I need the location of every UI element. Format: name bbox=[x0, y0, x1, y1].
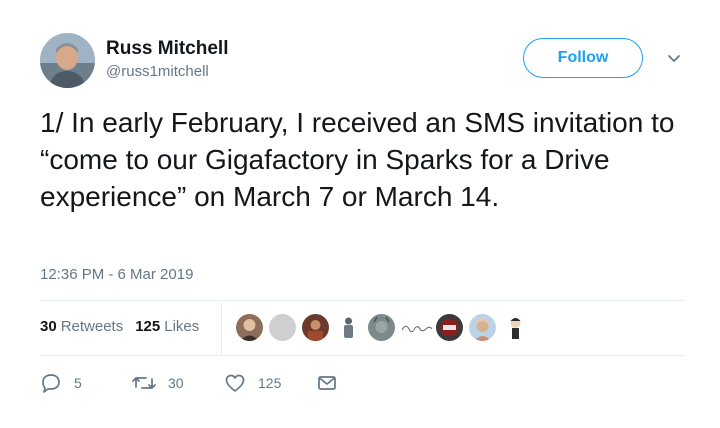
retweet-count: 30 bbox=[168, 375, 184, 391]
dm-action[interactable] bbox=[316, 372, 338, 394]
retweet-action[interactable]: 30 bbox=[132, 372, 184, 394]
liker-avatar[interactable] bbox=[236, 314, 263, 341]
dm-icon bbox=[318, 376, 336, 390]
liker-avatar[interactable] bbox=[335, 314, 362, 341]
like-icon bbox=[225, 374, 245, 392]
tweet-timestamp[interactable]: 12:36 PM - 6 Mar 2019 bbox=[40, 266, 193, 283]
liker-avatar[interactable] bbox=[502, 314, 529, 341]
divider bbox=[40, 355, 684, 356]
liker-avatar[interactable] bbox=[302, 314, 329, 341]
tweet-text: 1/ In early February, I received an SMS … bbox=[40, 107, 675, 212]
liker-avatar[interactable] bbox=[400, 314, 434, 341]
liker-avatar[interactable] bbox=[368, 314, 395, 341]
chevron-down-icon[interactable] bbox=[666, 53, 682, 65]
retweets-count: 30 bbox=[40, 318, 57, 335]
signature-image bbox=[401, 325, 433, 333]
like-action[interactable]: 125 bbox=[224, 372, 281, 394]
reply-action[interactable]: 5 bbox=[40, 372, 82, 394]
likes-count: 125 bbox=[135, 318, 161, 335]
liker-avatar[interactable] bbox=[269, 314, 296, 341]
stats-divider bbox=[221, 302, 222, 355]
liker-avatar[interactable] bbox=[436, 314, 463, 341]
tweet-actions: 5 30 125 bbox=[40, 372, 440, 394]
avatar-image bbox=[40, 33, 95, 88]
like-count: 125 bbox=[258, 375, 282, 391]
author-handle[interactable]: @russ1mitchell bbox=[106, 63, 209, 80]
retweets-label: Retweets bbox=[60, 318, 124, 335]
author-name[interactable]: Russ Mitchell bbox=[106, 38, 228, 60]
engagement-stats: 30 Retweets 125 Likes bbox=[40, 318, 199, 335]
tweet-card: Russ Mitchell @russ1mitchell Follow 1/ I… bbox=[0, 0, 720, 428]
retweets-stat[interactable]: 30 Retweets bbox=[40, 318, 123, 335]
likers-avatars bbox=[236, 314, 536, 342]
reply-count: 5 bbox=[74, 375, 82, 391]
likes-label: Likes bbox=[164, 318, 200, 335]
divider bbox=[40, 300, 684, 301]
likes-stat[interactable]: 125 Likes bbox=[135, 318, 199, 335]
liker-avatar[interactable] bbox=[469, 314, 496, 341]
follow-button[interactable]: Follow bbox=[523, 38, 643, 78]
retweet-icon bbox=[132, 377, 156, 389]
reply-icon bbox=[42, 374, 60, 393]
avatar[interactable] bbox=[40, 33, 95, 88]
